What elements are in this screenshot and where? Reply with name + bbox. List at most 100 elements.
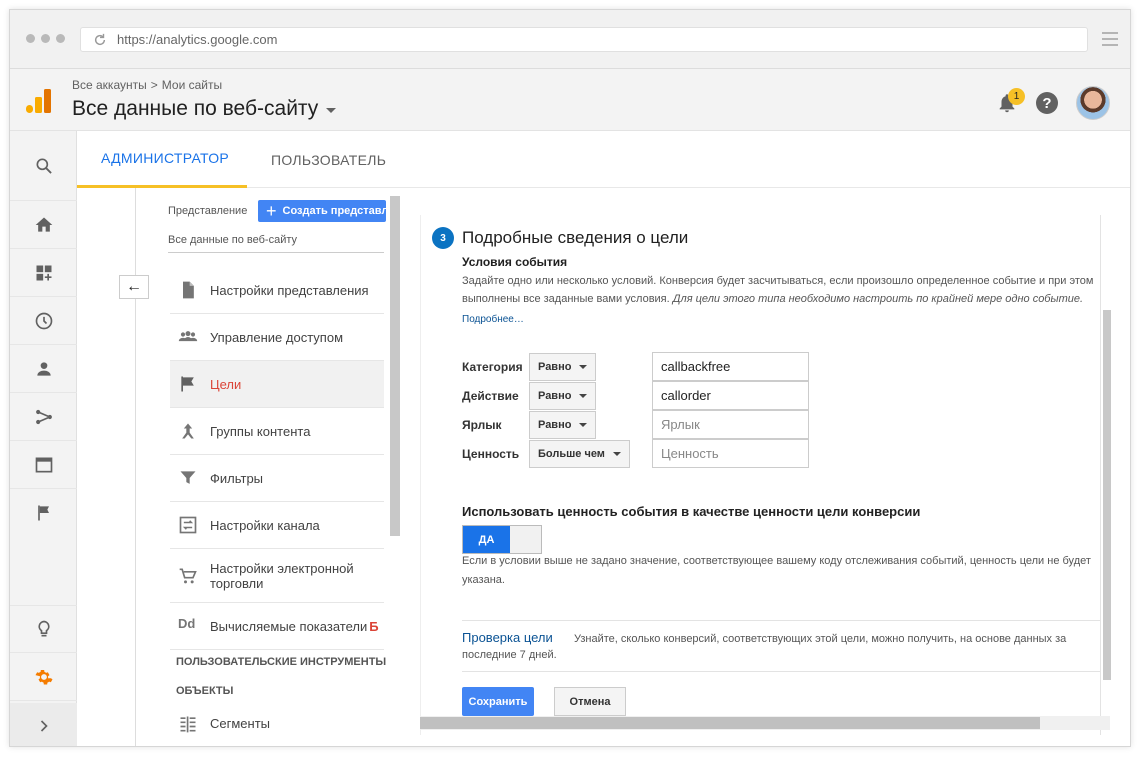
save-button[interactable]: Сохранить (462, 687, 534, 716)
cancel-button[interactable]: Отмена (554, 687, 626, 716)
people-icon (178, 331, 198, 342)
menu-item-goals[interactable]: Цели (170, 361, 384, 408)
operator-select[interactable]: Равно (529, 410, 597, 439)
person-icon (36, 361, 51, 376)
breadcrumb-site[interactable]: Мои сайты (162, 78, 222, 92)
browser-window: https://analytics.google.com Все аккаунт… (9, 9, 1131, 747)
breadcrumb-separator: > (150, 78, 158, 92)
operator-select[interactable]: Равно (529, 352, 597, 381)
view-selector[interactable]: Все данные по веб-сайту (72, 97, 337, 121)
plus-icon: + (266, 201, 277, 221)
breadcrumb[interactable]: Все аккаунты > Мои сайты (72, 78, 222, 92)
divider (462, 671, 1110, 672)
caret-down-icon (579, 364, 588, 369)
operator-select[interactable]: Больше чем (529, 439, 630, 468)
window-controls[interactable] (26, 34, 65, 43)
description-note: Для цели этого типа необходимо настроить… (672, 293, 1084, 305)
cart-icon (179, 568, 197, 583)
browser-menu-icon[interactable] (1102, 32, 1118, 46)
reload-icon[interactable] (93, 33, 107, 47)
menu-item-segments[interactable]: Сегменты (170, 700, 384, 746)
document-icon (183, 281, 194, 299)
create-view-label: Создать представл (282, 205, 386, 217)
url-text: https://analytics.google.com (117, 32, 278, 47)
tab-admin[interactable]: АДМИНИСТРАТОР (77, 131, 247, 188)
category-input[interactable]: callbackfree (652, 352, 809, 381)
dashboard-add-icon (36, 265, 51, 280)
toggle-note: Если в условии выше не задано значение, … (462, 555, 1091, 586)
operator-select[interactable]: Равно (529, 381, 597, 410)
menu-item-label: Вычисляемые показатели (210, 618, 368, 634)
label-input[interactable]: Ярлык (652, 410, 809, 439)
panel-vertical-scrollbar[interactable] (1100, 215, 1112, 735)
divider (462, 620, 1110, 621)
notification-badge: 1 (1008, 88, 1025, 105)
menu-item-access[interactable]: Управление доступом (170, 314, 384, 361)
dd-icon: Dd (178, 616, 196, 631)
menu-item-label: Фильтры (210, 470, 264, 486)
column-scrollbar[interactable] (390, 196, 400, 536)
flag-icon (37, 505, 49, 521)
goal-details-panel: 3 Подробные сведения о цели Условия собы… (420, 215, 1110, 735)
home-button[interactable] (10, 201, 77, 249)
content-groups-icon (182, 423, 194, 439)
action-input[interactable]: callorder (652, 381, 809, 410)
acquisition-button[interactable] (10, 393, 77, 441)
notifications-button[interactable]: 1 (996, 88, 1025, 114)
channel-icon (179, 516, 197, 534)
expand-nav-button[interactable] (10, 703, 77, 746)
app-header: Все аккаунты > Мои сайты Все данные по веб… (10, 69, 1130, 131)
goal-details-title: Подробные сведения о цели (462, 228, 689, 247)
use-event-value-toggle[interactable]: ДА (462, 525, 542, 554)
breadcrumb-accounts[interactable]: Все аккаунты (72, 78, 147, 92)
column-divider (135, 188, 136, 746)
audience-button[interactable] (10, 345, 77, 393)
menu-item-ecommerce[interactable]: Настройки электронной торговли (170, 549, 384, 603)
menu-item-label: Сегменты (210, 716, 271, 731)
avatar[interactable] (1076, 86, 1110, 120)
condition-row-action: Действие Равно (462, 381, 597, 410)
customization-button[interactable] (10, 249, 77, 297)
acquisition-icon (35, 409, 52, 424)
address-bar[interactable]: https://analytics.google.com (80, 27, 1088, 52)
learn-more-link[interactable]: Подробнее… (462, 314, 524, 325)
use-event-value-heading: Использовать ценность события в качестве… (462, 504, 921, 519)
condition-label: Ярлык (462, 417, 502, 432)
behavior-button[interactable] (10, 441, 77, 489)
panel-horizontal-scrollbar[interactable] (420, 716, 1110, 730)
condition-row-label: Ярлык Равно (462, 410, 597, 439)
create-view-button[interactable]: + Создать представл (258, 200, 386, 222)
menu-item-view-settings[interactable]: Настройки представления (170, 267, 384, 314)
search-icon (36, 158, 52, 174)
realtime-button[interactable] (10, 297, 77, 345)
flag-icon (181, 376, 194, 392)
menu-item-filters[interactable]: Фильтры (170, 455, 384, 502)
operator-value: Больше чем (538, 447, 605, 460)
admin-button[interactable] (10, 653, 77, 701)
segments-icon (180, 716, 196, 732)
toggle-on-label: ДА (463, 526, 510, 553)
collapse-column-button[interactable]: ← (119, 275, 149, 299)
browser-toolbar: https://analytics.google.com (10, 10, 1130, 69)
conversions-button[interactable] (10, 489, 77, 537)
tab-user[interactable]: ПОЛЬЗОВАТЕЛЬ (271, 131, 386, 188)
scrollbar-thumb[interactable] (1103, 310, 1111, 680)
analytics-logo-icon[interactable] (26, 89, 52, 113)
discover-button[interactable] (10, 605, 77, 653)
toggle-knob (510, 526, 541, 553)
menu-item-channel-settings[interactable]: Настройки канала (170, 502, 384, 549)
view-dropdown-underline (168, 252, 384, 253)
page-title: Все данные по веб-сайту (72, 97, 319, 120)
condition-label: Ценность (462, 446, 520, 461)
menu-item-calculated-metrics[interactable]: Dd Вычисляемые показатели Б (170, 603, 384, 650)
value-input[interactable]: Ценность (652, 439, 809, 468)
menu-item-content-groups[interactable]: Группы контента (170, 408, 384, 455)
menu-item-label: Цели (210, 376, 242, 392)
verify-goal-link[interactable]: Проверка цели (462, 630, 553, 645)
scrollbar-thumb[interactable] (420, 717, 1040, 729)
filter-icon (180, 471, 196, 484)
search-button[interactable] (10, 131, 77, 201)
view-dropdown[interactable]: Все данные по веб-сайту (168, 234, 297, 246)
help-icon[interactable]: ? (1036, 92, 1058, 114)
home-icon (35, 217, 52, 232)
